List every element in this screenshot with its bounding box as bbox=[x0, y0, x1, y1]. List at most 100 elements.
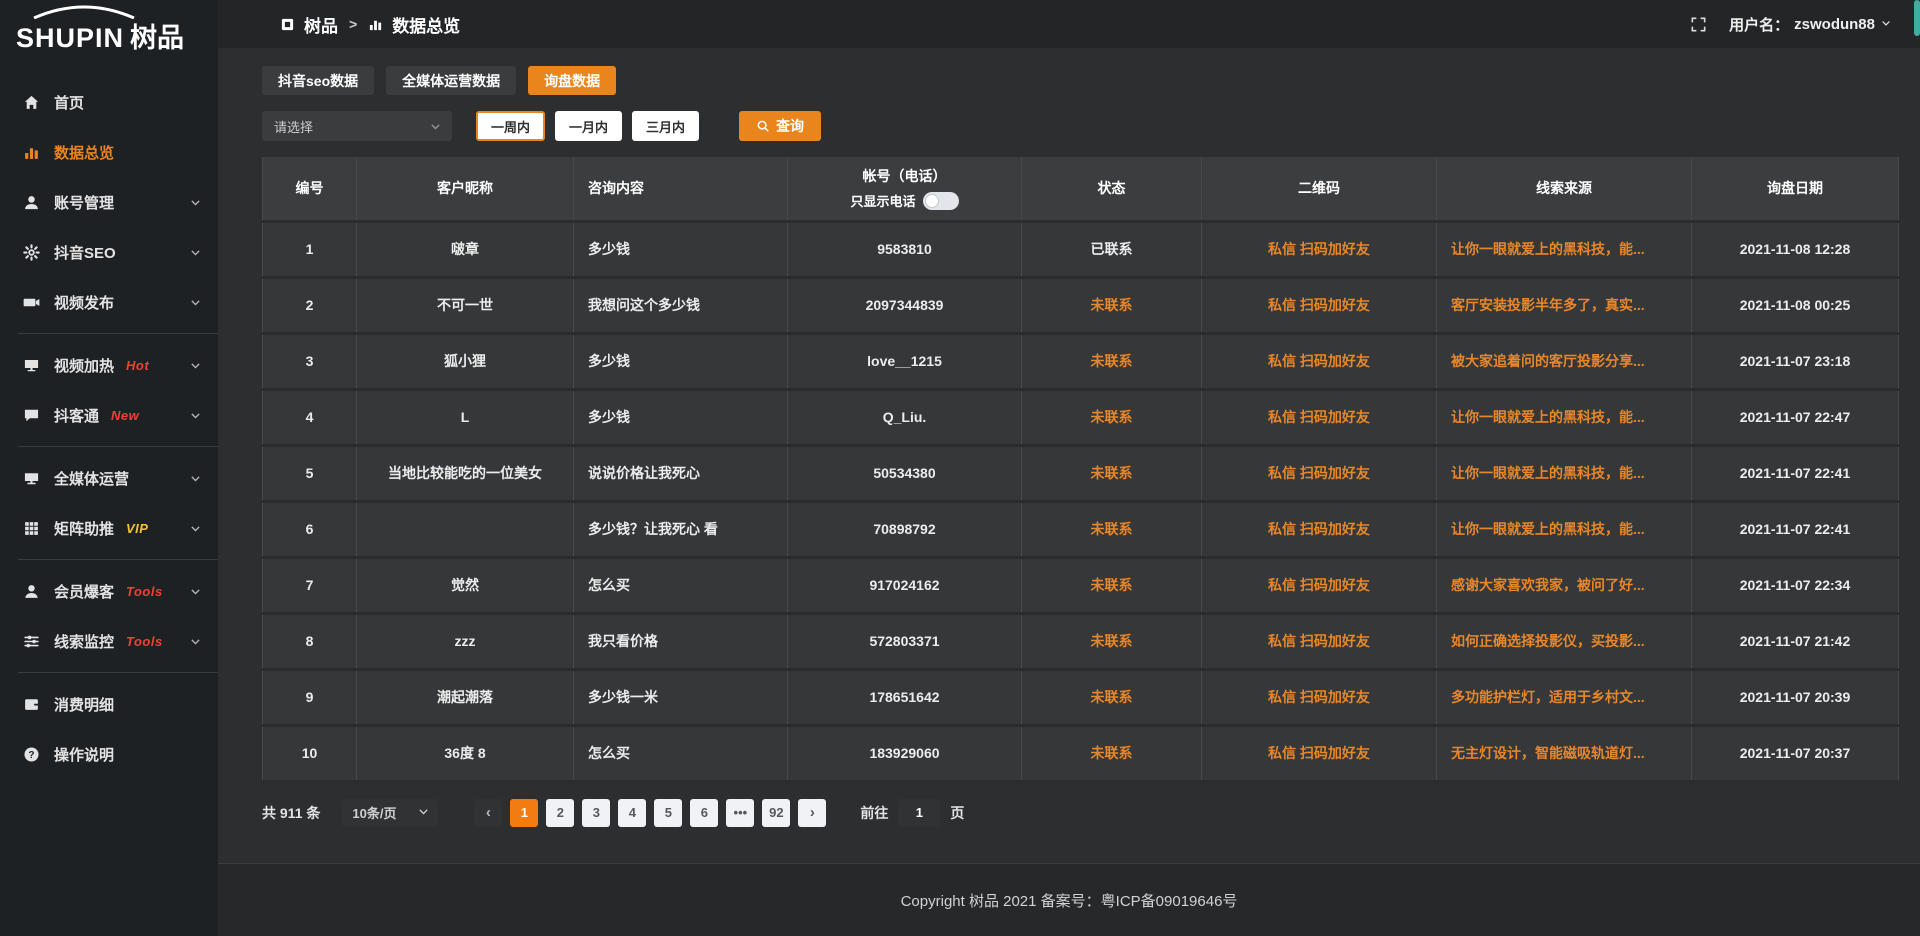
cell-qrcode-link[interactable]: 私信 扫码加好友 bbox=[1202, 445, 1437, 501]
cell-status: 未联系 bbox=[1022, 277, 1202, 333]
cell-account: 178651642 bbox=[788, 669, 1022, 725]
sidebar-item-instructions[interactable]: ?操作说明 bbox=[0, 729, 218, 779]
pagination-ellipsis[interactable]: ••• bbox=[726, 799, 754, 827]
table-row: 1036度 8怎么买183929060未联系私信 扫码加好友无主灯设计，智能磁吸… bbox=[263, 725, 1899, 781]
cell-date: 2021-11-08 12:28 bbox=[1692, 221, 1899, 277]
goto-page-input[interactable] bbox=[898, 799, 940, 827]
sidebar-item-lead-monitor[interactable]: 线索监控Tools bbox=[0, 616, 218, 666]
screen-icon bbox=[22, 469, 40, 487]
cell-status: 已联系 bbox=[1022, 221, 1202, 277]
sidebar-item-matrix-boost[interactable]: 矩阵助推VIP bbox=[0, 503, 218, 553]
cell-source-link[interactable]: 无主灯设计，智能磁吸轨道灯... bbox=[1437, 725, 1692, 781]
pagination-page-5[interactable]: 5 bbox=[654, 799, 682, 827]
phone-toggle-switch[interactable] bbox=[923, 192, 959, 210]
pagination-page-3[interactable]: 3 bbox=[582, 799, 610, 827]
sidebar-item-omnimedia-operation[interactable]: 全媒体运营 bbox=[0, 453, 218, 503]
cell-content: 多少钱 bbox=[574, 221, 788, 277]
cell-source-link[interactable]: 多功能护栏灯，适用于乡村文... bbox=[1437, 669, 1692, 725]
sidebar-item-label: 视频发布 bbox=[54, 292, 114, 313]
phone-toggle-label: 只显示电话 bbox=[850, 191, 915, 210]
scrollbar-thumb[interactable] bbox=[1914, 0, 1920, 36]
search-button[interactable]: 查询 bbox=[739, 111, 821, 141]
user-menu[interactable]: 用户名：zswodun88 bbox=[1729, 14, 1892, 35]
cell-date: 2021-11-07 22:34 bbox=[1692, 557, 1899, 613]
cell-content: 多少钱？让我死心 看 bbox=[574, 501, 788, 557]
cell-qrcode-link[interactable]: 私信 扫码加好友 bbox=[1202, 613, 1437, 669]
sidebar-divider bbox=[18, 333, 218, 334]
pagination-page-6[interactable]: 6 bbox=[690, 799, 718, 827]
table-row: 7觉然怎么买917024162未联系私信 扫码加好友感谢大家喜欢我家，被问了好.… bbox=[263, 557, 1899, 613]
period-buttons: 一周内一月内三月内 bbox=[476, 111, 709, 141]
col-header-source: 线索来源 bbox=[1437, 157, 1692, 221]
chevron-down-icon bbox=[189, 409, 202, 422]
filter-select[interactable]: 请选择 bbox=[262, 111, 452, 141]
sidebar-item-consumption-detail[interactable]: 消费明细 bbox=[0, 679, 218, 729]
chevron-down-icon bbox=[429, 120, 442, 133]
cell-id: 9 bbox=[263, 669, 357, 725]
table-row: 2不可一世我想问这个多少钱2097344839未联系私信 扫码加好友客厅安装投影… bbox=[263, 277, 1899, 333]
cell-status: 未联系 bbox=[1022, 669, 1202, 725]
page-size-value: 10条/页 bbox=[352, 803, 396, 822]
sidebar-item-member-leads[interactable]: 会员爆客Tools bbox=[0, 566, 218, 616]
pagination-prev-button[interactable]: ‹ bbox=[474, 799, 502, 827]
pagination-page-2[interactable]: 2 bbox=[546, 799, 574, 827]
cell-content: 多少钱一米 bbox=[574, 669, 788, 725]
cell-qrcode-link[interactable]: 私信 扫码加好友 bbox=[1202, 389, 1437, 445]
table-row: 4L多少钱Q_Liu.未联系私信 扫码加好友让你一眼就爱上的黑科技，能...20… bbox=[263, 389, 1899, 445]
cell-qrcode-link[interactable]: 私信 扫码加好友 bbox=[1202, 725, 1437, 781]
cell-qrcode-link[interactable]: 私信 扫码加好友 bbox=[1202, 501, 1437, 557]
cell-date: 2021-11-07 22:41 bbox=[1692, 501, 1899, 557]
cell-status: 未联系 bbox=[1022, 445, 1202, 501]
breadcrumb-root[interactable]: 树品 bbox=[304, 12, 338, 37]
cell-qrcode-link[interactable]: 私信 扫码加好友 bbox=[1202, 669, 1437, 725]
cell-content: 怎么买 bbox=[574, 557, 788, 613]
tab-inquiry-data[interactable]: 询盘数据 bbox=[528, 66, 616, 95]
tab-douyin-seo-data[interactable]: 抖音seo数据 bbox=[262, 66, 374, 95]
cell-nickname: 36度 8 bbox=[357, 725, 574, 781]
tab-omnimedia-data[interactable]: 全媒体运营数据 bbox=[386, 66, 516, 95]
sidebar-item-douketong[interactable]: 抖客通New bbox=[0, 390, 218, 440]
sidebar-divider bbox=[18, 672, 218, 673]
cell-source-link[interactable]: 如何正确选择投影仪，买投影... bbox=[1437, 613, 1692, 669]
sidebar-item-video-publish[interactable]: 视频发布 bbox=[0, 277, 218, 327]
cell-qrcode-link[interactable]: 私信 扫码加好友 bbox=[1202, 333, 1437, 389]
fullscreen-icon[interactable] bbox=[1690, 16, 1707, 33]
cell-status: 未联系 bbox=[1022, 613, 1202, 669]
badge-tools: Tools bbox=[126, 634, 163, 649]
sidebar-item-label: 全媒体运营 bbox=[54, 468, 129, 489]
page-size-select[interactable]: 10条/页 bbox=[342, 799, 438, 827]
cell-nickname: 觉然 bbox=[357, 557, 574, 613]
chat-icon bbox=[22, 406, 40, 424]
period-button-1[interactable]: 一周内 bbox=[476, 111, 545, 141]
sliders-icon bbox=[22, 632, 40, 650]
cell-source-link[interactable]: 让你一眼就爱上的黑科技，能... bbox=[1437, 389, 1692, 445]
pagination-page-4[interactable]: 4 bbox=[618, 799, 646, 827]
pagination-page-92[interactable]: 92 bbox=[762, 799, 790, 827]
period-button-3[interactable]: 三月内 bbox=[632, 111, 699, 141]
table-row: 8zzz我只看价格572803371未联系私信 扫码加好友如何正确选择投影仪，买… bbox=[263, 613, 1899, 669]
cell-qrcode-link[interactable]: 私信 扫码加好友 bbox=[1202, 557, 1437, 613]
cell-source-link[interactable]: 让你一眼就爱上的黑科技，能... bbox=[1437, 445, 1692, 501]
badge-tools: Tools bbox=[126, 584, 163, 599]
cell-qrcode-link[interactable]: 私信 扫码加好友 bbox=[1202, 221, 1437, 277]
period-button-2[interactable]: 一月内 bbox=[555, 111, 622, 141]
sidebar-item-data-overview[interactable]: 数据总览 bbox=[0, 127, 218, 177]
sidebar-item-video-heating[interactable]: 视频加热Hot bbox=[0, 340, 218, 390]
sidebar-item-account-management[interactable]: 账号管理 bbox=[0, 177, 218, 227]
chevron-down-icon bbox=[189, 196, 202, 209]
chart-icon bbox=[368, 17, 383, 32]
cell-source-link[interactable]: 被大家追着问的客厅投影分享... bbox=[1437, 333, 1692, 389]
sidebar-item-douyin-seo[interactable]: 抖音SEO bbox=[0, 227, 218, 277]
cell-source-link[interactable]: 让你一眼就爱上的黑科技，能... bbox=[1437, 221, 1692, 277]
cell-source-link[interactable]: 客厅安装投影半年多了，真实... bbox=[1437, 277, 1692, 333]
pagination-page-1[interactable]: 1 bbox=[510, 799, 538, 827]
sidebar-item-home[interactable]: 首页 bbox=[0, 77, 218, 127]
sidebar-item-label: 数据总览 bbox=[54, 142, 114, 163]
logo-brand-cn: 树品 bbox=[130, 23, 184, 53]
cell-source-link[interactable]: 感谢大家喜欢我家，被问了好... bbox=[1437, 557, 1692, 613]
cell-qrcode-link[interactable]: 私信 扫码加好友 bbox=[1202, 277, 1437, 333]
pagination-next-button[interactable]: › bbox=[798, 799, 826, 827]
cell-source-link[interactable]: 让你一眼就爱上的黑科技，能... bbox=[1437, 501, 1692, 557]
chart-icon bbox=[22, 143, 40, 161]
cell-id: 5 bbox=[263, 445, 357, 501]
